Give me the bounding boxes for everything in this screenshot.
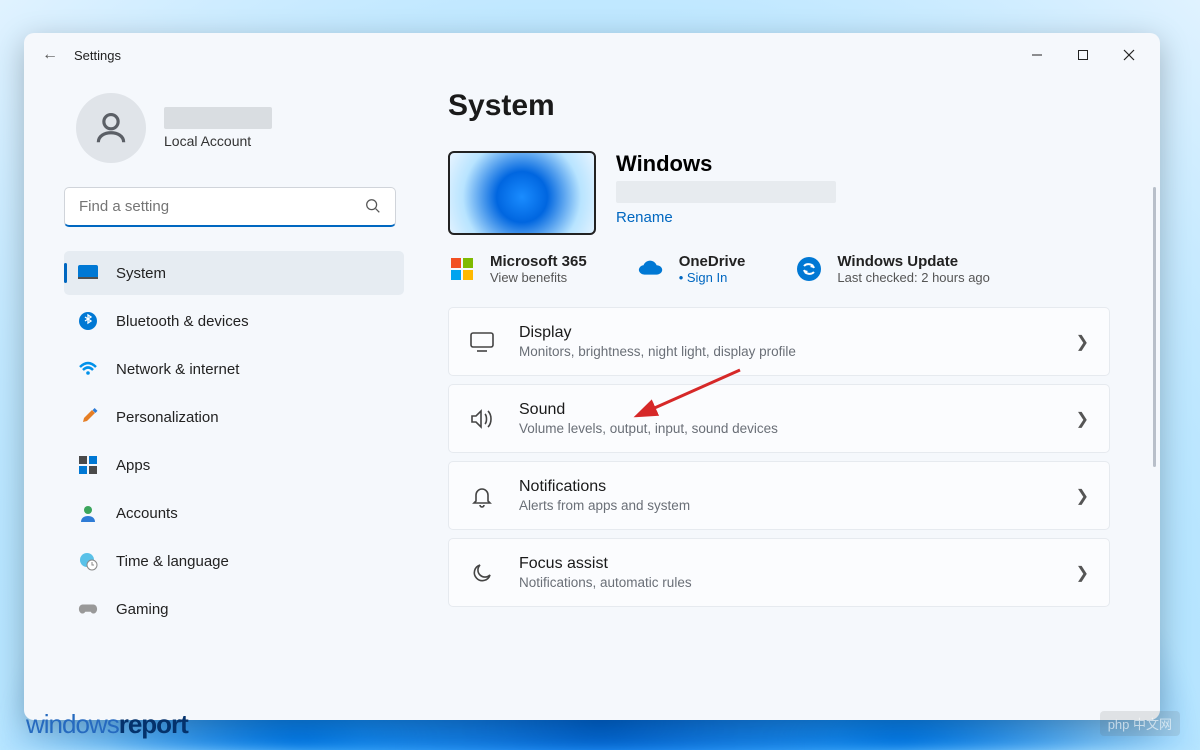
bluetooth-icon bbox=[78, 311, 98, 331]
profile-account-type: Local Account bbox=[164, 133, 272, 149]
card-title: Notifications bbox=[519, 478, 1052, 496]
search-input[interactable] bbox=[64, 187, 396, 227]
nav-system[interactable]: System bbox=[64, 251, 404, 295]
titlebar: ← Settings bbox=[24, 33, 1160, 77]
back-button[interactable]: ← bbox=[32, 46, 68, 64]
avatar bbox=[76, 93, 146, 163]
close-button[interactable] bbox=[1106, 39, 1152, 71]
card-focus-assist[interactable]: Focus assist Notifications, automatic ru… bbox=[448, 538, 1110, 607]
nav-label: Time & language bbox=[116, 553, 229, 570]
card-title: Display bbox=[519, 324, 1052, 342]
search-box[interactable] bbox=[64, 187, 396, 227]
card-notifications[interactable]: Notifications Alerts from apps and syste… bbox=[448, 461, 1110, 530]
tile-title: Windows Update bbox=[837, 253, 990, 270]
main-panel: System Windows Rename Microsoft 365 View… bbox=[424, 77, 1160, 720]
tile-title: OneDrive bbox=[679, 253, 746, 270]
window-title: Settings bbox=[74, 48, 121, 63]
page-heading: System bbox=[448, 89, 1110, 123]
nav-personalization[interactable]: Personalization bbox=[64, 395, 404, 439]
sidebar: Local Account System Bluetooth & devices bbox=[24, 77, 424, 720]
profile-name-redacted bbox=[164, 107, 272, 129]
paintbrush-icon bbox=[78, 407, 98, 427]
rename-link[interactable]: Rename bbox=[616, 209, 673, 226]
nav-label: Gaming bbox=[116, 601, 169, 618]
cloud-icon bbox=[637, 255, 665, 283]
scrollbar-thumb[interactable] bbox=[1153, 187, 1156, 467]
moon-icon bbox=[469, 560, 495, 586]
person-icon bbox=[78, 503, 98, 523]
card-sub: Notifications, automatic rules bbox=[519, 575, 1052, 590]
nav-label: Personalization bbox=[116, 409, 219, 426]
card-sound[interactable]: Sound Volume levels, output, input, soun… bbox=[448, 384, 1110, 453]
apps-icon bbox=[78, 455, 98, 475]
tile-sub[interactable]: Sign In bbox=[679, 270, 746, 285]
card-title: Sound bbox=[519, 401, 1052, 419]
minimize-button[interactable] bbox=[1014, 39, 1060, 71]
tile-sub: Last checked: 2 hours ago bbox=[837, 270, 990, 285]
nav-time[interactable]: Time & language bbox=[64, 539, 404, 583]
gamepad-icon bbox=[78, 599, 98, 619]
chevron-right-icon: ❯ bbox=[1076, 409, 1089, 429]
tile-onedrive[interactable]: OneDrive Sign In bbox=[637, 253, 746, 285]
globe-clock-icon bbox=[78, 551, 98, 571]
device-row: Windows Rename bbox=[448, 151, 1110, 235]
card-title: Focus assist bbox=[519, 555, 1052, 573]
nav-apps[interactable]: Apps bbox=[64, 443, 404, 487]
microsoft-logo-icon bbox=[451, 258, 473, 280]
card-sub: Monitors, brightness, night light, displ… bbox=[519, 344, 1052, 359]
maximize-button[interactable] bbox=[1060, 39, 1106, 71]
device-thumbnail[interactable] bbox=[448, 151, 596, 235]
settings-window: ← Settings Local Account bbox=[24, 33, 1160, 720]
tile-microsoft365[interactable]: Microsoft 365 View benefits bbox=[448, 253, 587, 285]
nav-gaming[interactable]: Gaming bbox=[64, 587, 404, 631]
tile-windows-update[interactable]: Windows Update Last checked: 2 hours ago bbox=[795, 253, 990, 285]
nav-bluetooth[interactable]: Bluetooth & devices bbox=[64, 299, 404, 343]
nav-list: System Bluetooth & devices Network & int… bbox=[64, 251, 404, 635]
chevron-right-icon: ❯ bbox=[1076, 332, 1089, 352]
wifi-icon bbox=[78, 359, 98, 379]
nav-label: System bbox=[116, 265, 166, 282]
tile-title: Microsoft 365 bbox=[490, 253, 587, 270]
nav-label: Network & internet bbox=[116, 361, 239, 378]
monitor-icon bbox=[469, 329, 495, 355]
card-sub: Alerts from apps and system bbox=[519, 498, 1052, 513]
nav-label: Accounts bbox=[116, 505, 178, 522]
display-icon bbox=[78, 263, 98, 283]
device-spec-redacted bbox=[616, 181, 836, 203]
card-display[interactable]: Display Monitors, brightness, night ligh… bbox=[448, 307, 1110, 376]
profile-block[interactable]: Local Account bbox=[64, 93, 404, 163]
chevron-right-icon: ❯ bbox=[1076, 563, 1089, 583]
nav-accounts[interactable]: Accounts bbox=[64, 491, 404, 535]
chevron-right-icon: ❯ bbox=[1076, 486, 1089, 506]
nav-label: Bluetooth & devices bbox=[116, 313, 249, 330]
watermark-php: php 中文网 bbox=[1100, 711, 1180, 736]
sync-icon bbox=[795, 255, 823, 283]
device-name: Windows bbox=[616, 151, 836, 177]
tile-sub: View benefits bbox=[490, 270, 587, 285]
status-tiles: Microsoft 365 View benefits OneDrive Sig… bbox=[448, 253, 1110, 285]
nav-network[interactable]: Network & internet bbox=[64, 347, 404, 391]
card-sub: Volume levels, output, input, sound devi… bbox=[519, 421, 1052, 436]
search-icon bbox=[364, 197, 382, 215]
watermark-windowsreport: windowsreport bbox=[26, 709, 188, 740]
speaker-icon bbox=[469, 406, 495, 432]
nav-label: Apps bbox=[116, 457, 150, 474]
bell-icon bbox=[469, 483, 495, 509]
